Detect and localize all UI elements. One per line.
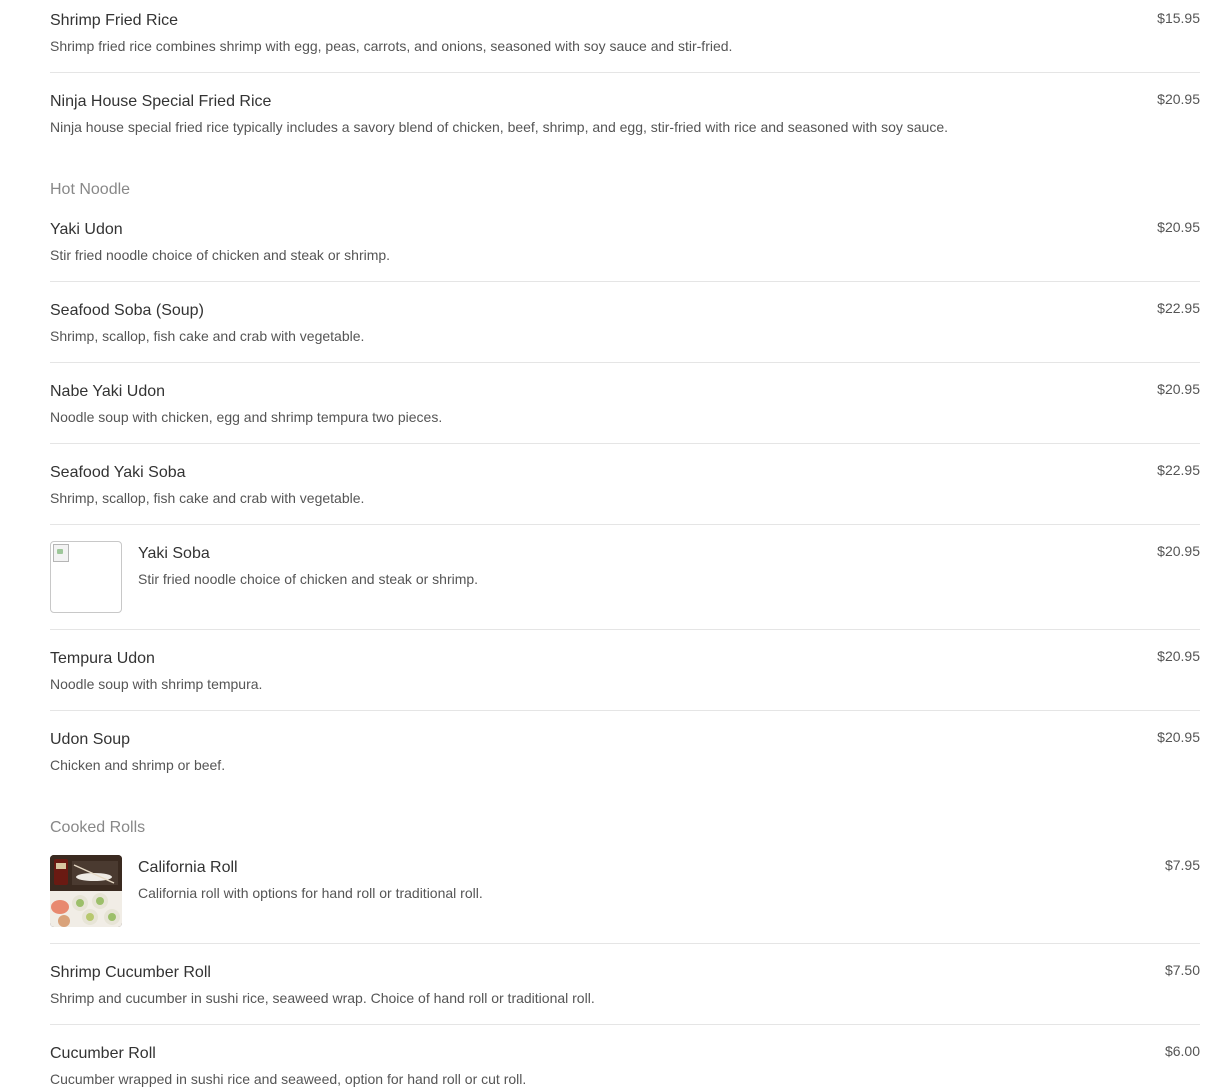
item-price: $20.95	[1157, 729, 1200, 745]
item-name: Udon Soup	[50, 731, 131, 748]
item-price: $22.95	[1157, 300, 1200, 316]
item-price: $20.95	[1157, 219, 1200, 235]
item-price: $6.00	[1164, 1043, 1200, 1059]
item-description: Shrimp, scallop, fish cake and crab with…	[50, 490, 365, 506]
item-name: Yaki Udon	[50, 221, 123, 238]
item-name: Seafood Soba (Soup)	[50, 302, 204, 319]
item-description: Chicken and shrimp or beef.	[50, 757, 226, 773]
divider	[50, 943, 1200, 944]
item-description: Cucumber wrapped in sushi rice and seawe…	[50, 1071, 527, 1087]
divider	[50, 1024, 1200, 1025]
item-price: $7.95	[1164, 857, 1200, 873]
item-price: $15.95	[1157, 10, 1200, 26]
item-name: Shrimp Fried Rice	[50, 12, 179, 29]
item-description: Shrimp fried rice combines shrimp with e…	[50, 38, 733, 54]
item-name: Nabe Yaki Udon	[50, 383, 166, 400]
divider	[50, 629, 1200, 630]
item-description: Shrimp, scallop, fish cake and crab with…	[50, 328, 365, 344]
item-price: $7.50	[1164, 962, 1200, 978]
divider	[50, 362, 1200, 363]
divider	[50, 524, 1200, 525]
item-description: Ninja house special fried rice typically…	[50, 119, 949, 135]
item-price: $20.95	[1157, 648, 1200, 664]
item-thumbnail[interactable]	[50, 855, 122, 927]
item-price: $22.95	[1157, 462, 1200, 478]
sushi-photo	[50, 855, 122, 927]
item-description: Noodle soup with chicken, egg and shrimp…	[50, 409, 443, 425]
divider	[50, 281, 1200, 282]
item-name: Seafood Yaki Soba	[50, 464, 186, 481]
item-price: $20.95	[1157, 543, 1200, 559]
item-description: Shrimp and cucumber in sushi rice, seawe…	[50, 990, 595, 1006]
divider	[50, 710, 1200, 711]
item-name: Shrimp Cucumber Roll	[50, 964, 211, 981]
item-price: $20.95	[1157, 91, 1200, 107]
divider	[50, 443, 1200, 444]
item-name: Ninja House Special Fried Rice	[50, 93, 272, 110]
item-description: California roll with options for hand ro…	[138, 885, 483, 901]
item-description: Stir fried noodle choice of chicken and …	[138, 571, 479, 587]
item-description: Stir fried noodle choice of chicken and …	[50, 247, 391, 263]
item-thumbnail[interactable]	[50, 541, 122, 613]
item-name: California Roll	[138, 859, 238, 876]
item-name: Yaki Soba	[138, 545, 210, 562]
item-name: Cucumber Roll	[50, 1045, 156, 1062]
section-title-hot-noodle: Hot Noodle	[50, 181, 131, 198]
broken-image-icon	[53, 544, 69, 562]
divider	[50, 72, 1200, 73]
item-name: Tempura Udon	[50, 650, 155, 667]
item-price: $20.95	[1157, 381, 1200, 397]
item-description: Noodle soup with shrimp tempura.	[50, 676, 263, 692]
section-title-cooked-rolls: Cooked Rolls	[50, 819, 146, 836]
